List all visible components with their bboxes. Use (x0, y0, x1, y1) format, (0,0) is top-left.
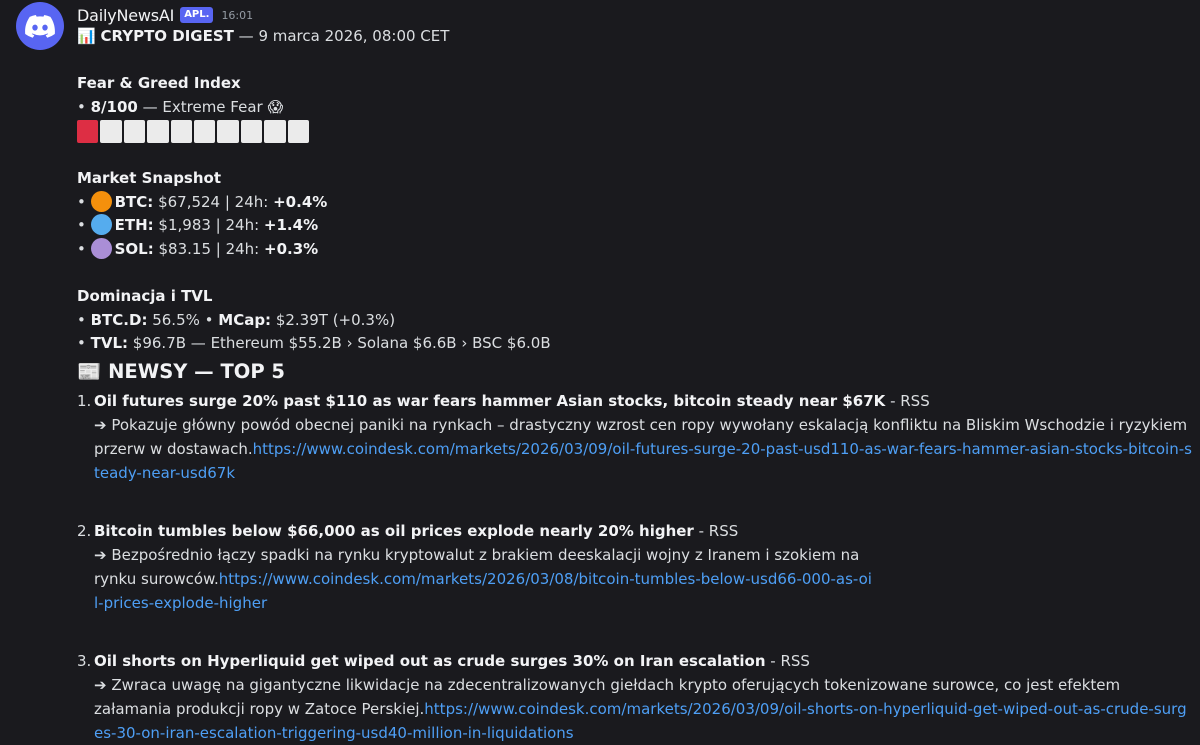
news-number: 3. (77, 651, 92, 670)
news-item-3: 3. Oil shorts on Hyperliquid get wiped o… (77, 649, 1190, 745)
btcd-label: BTC.D: (90, 310, 148, 329)
digest-title: 📊 CRYPTO DIGEST — 9 marca 2026, 08:00 CE… (77, 25, 1190, 49)
coin-change: +1.4% (263, 216, 319, 234)
news-source: - RSS (885, 391, 930, 410)
digest-title-bold: CRYPTO DIGEST (100, 27, 234, 45)
news-description: ➔ Bezpośrednio łączy spadki na rynku kry… (94, 543, 874, 615)
btcd-value: 56.5% • (147, 310, 219, 329)
app-tag: APL. (180, 7, 214, 23)
coin-price: $67,524 | 24h: (153, 192, 274, 211)
news-source: - RSS (765, 651, 810, 670)
white-square-icon (193, 120, 216, 143)
tvl-label: TVL: (90, 334, 129, 352)
avatar[interactable] (16, 2, 64, 50)
news-item-2: 2. Bitcoin tumbles below $66,000 as oil … (77, 519, 1190, 615)
mcap-label: MCap: (218, 310, 272, 329)
mcap-value: $2.39T (+0.3%) (271, 310, 396, 329)
news-link[interactable]: https://www.coindesk.com/markets/2026/03… (94, 440, 1192, 482)
discord-logo-icon (25, 14, 55, 38)
news-title-line: Oil futures surge 20% past $110 as war f… (94, 389, 1190, 413)
news-title-line: Oil shorts on Hyperliquid get wiped out … (94, 649, 1190, 673)
market-row-sol: • SOL: $83.15 | 24h: +0.3% (77, 237, 319, 259)
news-heading: 📰 NEWSY — TOP 5 (77, 358, 1190, 386)
white-square-icon (100, 120, 122, 143)
username[interactable]: DailyNewsAI (77, 6, 174, 25)
bullet: • (77, 97, 91, 116)
timestamp[interactable]: 16:01 (221, 9, 253, 22)
news-number: 2. (77, 521, 92, 540)
coin-price: $83.15 | 24h: (153, 239, 265, 258)
white-square-icon (123, 120, 146, 143)
news-number: 1. (77, 391, 92, 410)
dominance-row: • BTC.D: 56.5% • MCap: $2.39T (+0.3%) (77, 310, 396, 329)
tvl-value: $96.7B — Ethereum $55.2B › Solana $6.6B … (128, 334, 551, 352)
news-description: ➔ Zwraca uwagę na gigantyczne likwidacje… (94, 673, 1194, 745)
white-square-icon (147, 120, 169, 143)
chat-message: DailyNewsAI APL. 16:01 📊 CRYPTO DIGEST —… (0, 0, 1200, 745)
white-square-icon (170, 120, 192, 143)
news-title-line: Bitcoin tumbles below $66,000 as oil pri… (94, 519, 1190, 543)
dominance-heading: Dominacja i TVL (77, 287, 213, 305)
bar-chart-icon: 📊 (77, 27, 96, 45)
coin-symbol: BTC: (114, 192, 154, 211)
fear-greed-heading: Fear & Greed Index (77, 74, 241, 92)
market-heading: Market Snapshot (77, 169, 222, 187)
coin-price: $1,983 | 24h: (153, 216, 264, 234)
screaming-face-icon: 😱 (267, 97, 284, 116)
market-list: • BTC: $67,524 | 24h: +0.4% • ETH: $1,98… (77, 190, 1190, 262)
white-square-icon (240, 120, 263, 143)
fear-greed-label: — Extreme Fear (137, 97, 268, 116)
news-item-1: 1. Oil futures surge 20% past $110 as wa… (77, 389, 1192, 485)
market-row-eth: • ETH: $1,983 | 24h: +1.4% (77, 214, 319, 235)
fear-greed-bar (77, 120, 1190, 143)
purple-circle-icon (90, 237, 112, 259)
orange-circle-icon (90, 190, 112, 212)
coin-change: +0.4% (273, 192, 328, 211)
white-square-icon (264, 120, 286, 143)
coin-symbol: SOL: (114, 239, 154, 258)
white-square-icon (217, 120, 239, 143)
coin-change: +0.3% (264, 239, 319, 258)
fear-greed-value: 8/100 (90, 97, 138, 116)
news-title: Oil shorts on Hyperliquid get wiped out … (94, 651, 766, 670)
coin-symbol: ETH: (114, 216, 154, 234)
market-row-btc: • BTC: $67,524 | 24h: +0.4% (77, 190, 328, 212)
white-square-icon (287, 120, 309, 143)
message-content: DailyNewsAI APL. 16:01 📊 CRYPTO DIGEST —… (77, 0, 1192, 745)
digest-date: — 9 marca 2026, 08:00 CET (233, 27, 450, 45)
news-list: 1. Oil futures surge 20% past $110 as wa… (77, 389, 1192, 745)
fear-greed-value-line: • 8/100 — Extreme Fear 😱 (77, 96, 1190, 120)
news-title: Bitcoin tumbles below $66,000 as oil pri… (94, 521, 694, 540)
red-square-icon (77, 120, 99, 143)
news-source: - RSS (693, 521, 739, 540)
news-heading-text: NEWSY — TOP 5 (108, 359, 285, 383)
blue-circle-icon (90, 214, 112, 235)
tvl-row: • TVL: $96.7B — Ethereum $55.2B › Solana… (77, 334, 551, 352)
newspaper-icon: 📰 (77, 359, 102, 383)
news-description: ➔ Pokazuje główny powód obecnej paniki n… (94, 413, 1194, 485)
news-title: Oil futures surge 20% past $110 as war f… (94, 391, 886, 410)
